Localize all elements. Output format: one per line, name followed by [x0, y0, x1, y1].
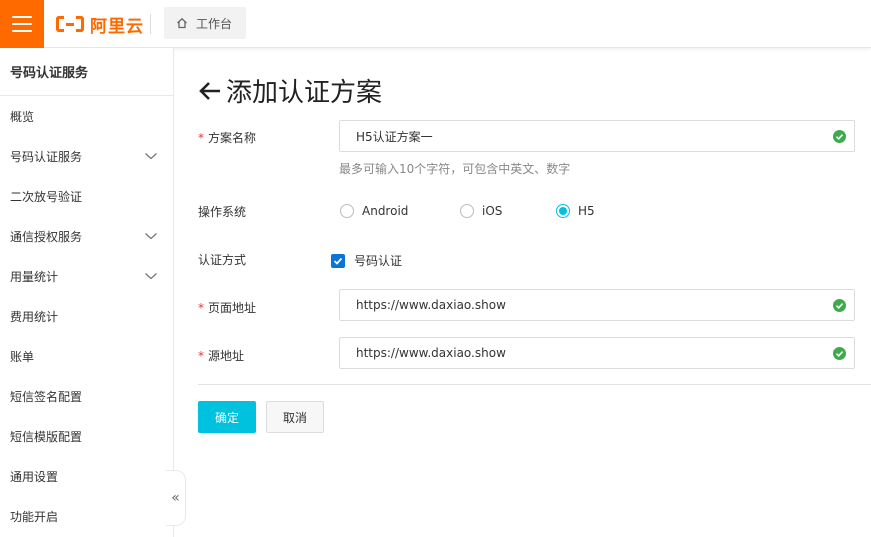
chevron-down-icon[interactable]: [144, 230, 158, 244]
radio-ios[interactable]: iOS: [460, 204, 502, 218]
scheme-name-label: * 方案名称: [198, 131, 257, 145]
radio-h5-circle: [556, 204, 570, 218]
valid-check-icon: [833, 347, 846, 363]
sidebar-item[interactable]: 功能开启: [0, 496, 173, 536]
scheme-name-value: H5认证方案一: [356, 129, 433, 144]
workbench-button[interactable]: 工作台: [164, 7, 246, 39]
radio-ios-label: iOS: [482, 204, 503, 218]
page-title: 添加认证方案: [198, 72, 382, 109]
checkbox-checked-icon: [331, 253, 345, 268]
sidebar-menu: 概览号码认证服务 二次放号验证 通信授权服务 用量统计费用统计账单短信签名配置 短信模版…: [0, 96, 173, 536]
sidebar-item[interactable]: 二次放号验证: [0, 176, 173, 216]
required-mark: *: [198, 349, 204, 363]
page-url-input[interactable]: https://www.daxiao.show: [339, 289, 855, 321]
sidebar-item[interactable]: 账单: [0, 336, 173, 376]
collapse-sidebar-icon[interactable]: «: [166, 470, 186, 526]
sidebar-item-label: 通用设置: [10, 469, 59, 484]
workbench-label: 工作台: [196, 16, 233, 31]
back-arrow-icon[interactable]: [198, 80, 222, 102]
auth-method-label: 认证方式: [198, 253, 247, 267]
origin-url-value: https://www.daxiao.show: [356, 346, 506, 360]
radio-ios-circle: [460, 204, 474, 218]
top-bar: 阿里云 工作台: [0, 0, 871, 48]
valid-check-icon: [833, 299, 846, 315]
required-mark: *: [198, 301, 204, 315]
scheme-name-hint: 最多可输入10个字符，可包含中英文、数字: [339, 162, 571, 176]
header-divider: [150, 14, 151, 34]
page-url-label: * 页面地址: [198, 301, 257, 315]
sidebar-item[interactable]: 概览: [0, 96, 173, 136]
sidebar-item-label: 功能开启: [10, 509, 59, 524]
home-icon: [176, 17, 188, 29]
chevron-down-icon[interactable]: [144, 150, 158, 164]
sidebar-item[interactable]: 通信授权服务: [0, 216, 173, 256]
confirm-button[interactable]: 确定: [198, 401, 256, 433]
radio-h5-label: H5: [578, 204, 595, 218]
number-auth-label: 号码认证: [354, 254, 403, 268]
logo-text: 阿里云: [90, 16, 144, 37]
sidebar-item-label: 二次放号验证: [10, 189, 83, 204]
os-label: 操作系统: [198, 205, 247, 219]
sidebar-item-label: 账单: [10, 349, 35, 364]
sidebar-item-label: 短信模版配置: [10, 429, 83, 444]
main-content: 添加认证方案 * 方案名称 H5认证方案一 最多可输入10个字符，可包含中英文、数…: [198, 48, 871, 537]
radio-h5[interactable]: H5: [556, 204, 595, 218]
sidebar-title: 号码认证服务: [0, 48, 173, 96]
radio-android-label: Android: [362, 204, 409, 218]
valid-check-icon: [833, 130, 846, 146]
sidebar: 号码认证服务 概览 号码认证服务 二次放号验证 通信授权服务 用量统计 费用统计 账单 短信签…: [0, 48, 174, 537]
number-auth-checkbox[interactable]: 号码认证: [331, 252, 402, 269]
sidebar-item[interactable]: 费用统计: [0, 296, 173, 336]
sidebar-item-label: 短信签名配置: [10, 389, 83, 404]
page-title-text: 添加认证方案: [226, 78, 383, 108]
radio-android[interactable]: Android: [340, 204, 408, 218]
chevron-down-icon[interactable]: [144, 270, 158, 284]
sidebar-item[interactable]: 号码认证服务: [0, 136, 173, 176]
scheme-name-input[interactable]: H5认证方案一: [339, 120, 855, 152]
sidebar-item[interactable]: 短信签名配置: [0, 376, 173, 416]
page-url-value: https://www.daxiao.show: [356, 298, 506, 312]
sidebar-item[interactable]: 短信模版配置: [0, 416, 173, 456]
sidebar-item[interactable]: 通用设置: [0, 456, 173, 496]
radio-android-circle: [340, 204, 354, 218]
menu-hamburger-icon[interactable]: [0, 0, 44, 48]
origin-url-label: * 源地址: [198, 349, 245, 363]
sidebar-item-label: 通信授权服务: [10, 229, 83, 244]
aliyun-logo[interactable]: 阿里云: [56, 12, 144, 37]
sidebar-item-label: 用量统计: [10, 269, 59, 284]
sidebar-item-label: 费用统计: [10, 309, 59, 324]
sidebar-item[interactable]: 用量统计: [0, 256, 173, 296]
aliyun-logo-icon: [56, 15, 84, 33]
sidebar-item-label: 号码认证服务: [10, 149, 83, 164]
cancel-button[interactable]: 取消: [266, 401, 324, 433]
sidebar-item-label: 概览: [10, 109, 35, 124]
origin-url-input[interactable]: https://www.daxiao.show: [339, 337, 855, 369]
required-mark: *: [198, 131, 204, 145]
form-divider: [198, 384, 871, 385]
